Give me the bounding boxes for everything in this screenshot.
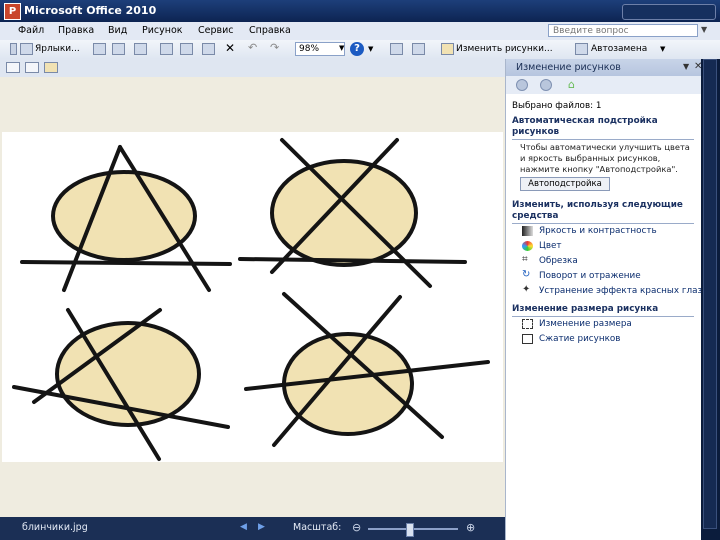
zoom-out-icon[interactable]: ⊖ — [352, 521, 361, 534]
task-pane: Изменение рисунков ▼ ✕ ⌂ Выбрано файлов:… — [505, 59, 702, 540]
rotate-flip-link[interactable]: Поворот и отражение — [539, 271, 641, 281]
next-picture-icon[interactable]: ▶ — [258, 522, 265, 532]
red-eye-icon: ✦ — [522, 284, 531, 295]
auto-section-desc: нажмите кнопку "Автоподстройка". — [520, 164, 678, 174]
pancakes-picture — [12, 138, 490, 461]
crop-icon: ⌗ — [522, 254, 528, 265]
task-pane-scrollbar[interactable] — [703, 59, 717, 529]
single-picture-view-icon[interactable] — [44, 62, 58, 73]
title-bar: P Microsoft Office 2010 — [0, 0, 720, 22]
stroke-line — [20, 260, 232, 266]
compress-icon — [522, 334, 533, 344]
compress-link[interactable]: Сжатие рисунков — [539, 334, 620, 344]
shortcuts-icon[interactable] — [20, 43, 33, 55]
help-icon[interactable]: ? — [350, 42, 364, 56]
file-name: блинчики.jpg — [22, 522, 88, 533]
pancake-1 — [51, 170, 197, 262]
menu-view[interactable]: Вид — [108, 25, 127, 36]
edit-pictures-icon[interactable] — [441, 43, 454, 55]
menu-picture[interactable]: Рисунок — [142, 25, 183, 36]
save-icon[interactable] — [93, 43, 106, 55]
resize-icon — [522, 319, 533, 329]
task-pane-title: Изменение рисунков — [516, 62, 621, 73]
auto-adjust-button[interactable]: Автоподстройка — [520, 177, 610, 191]
zoom-combo[interactable]: 98% — [295, 42, 345, 56]
app-icon: P — [4, 3, 21, 20]
zoom-in-icon[interactable]: ⊕ — [466, 521, 475, 534]
delete-icon[interactable]: ✕ — [225, 41, 235, 55]
crop-link[interactable]: Обрезка — [539, 256, 578, 266]
color-link[interactable]: Цвет — [539, 241, 562, 251]
autocorrect-button[interactable]: Автозамена — [591, 44, 647, 54]
resize-section-heading: Изменение размера рисунка — [512, 304, 659, 314]
auto-section-desc: и яркость выбранных рисунков, — [520, 153, 661, 163]
paste-icon[interactable] — [202, 43, 215, 55]
chevron-down-icon[interactable]: ▼ — [368, 45, 373, 53]
auto-section-heading: Автоматическая подстройка — [512, 116, 658, 126]
chevron-down-icon[interactable]: ▼ — [701, 25, 707, 34]
rotate-icon: ↻ — [522, 269, 531, 280]
edit-pictures-button[interactable]: Изменить рисунки... — [456, 44, 553, 54]
help-search-input[interactable]: Введите вопрос — [548, 24, 698, 37]
red-eye-link[interactable]: Устранение эффекта красных глаз — [539, 286, 702, 296]
undo-icon[interactable]: ↶ — [248, 41, 257, 54]
copy-icon[interactable] — [180, 43, 193, 55]
cut-icon[interactable] — [160, 43, 173, 55]
zoom-dropdown-icon[interactable]: ▼ — [339, 44, 344, 52]
picture-tool-icon[interactable] — [412, 43, 425, 55]
auto-section-heading-2: рисунков — [512, 127, 560, 137]
task-pane-nav: ⌂ — [506, 76, 702, 94]
auto-section-desc: Чтобы автоматически улучшить цвета — [520, 142, 690, 152]
task-pane-header: Изменение рисунков ▼ ✕ — [506, 59, 702, 77]
picture-canvas[interactable] — [2, 132, 503, 462]
tools-section-heading-2: средства — [512, 211, 559, 221]
brightness-icon — [522, 226, 533, 236]
align-icon[interactable] — [390, 43, 403, 55]
autocorrect-icon[interactable] — [575, 43, 588, 55]
stroke-line — [238, 257, 467, 264]
standard-toolbar: Ярлыки... ✕ ↶ ↷ 98% ▼ ? ▼ Изменить рисун… — [0, 40, 720, 60]
color-icon — [522, 241, 533, 251]
redo-icon[interactable]: ↷ — [270, 41, 279, 54]
selected-files-count: Выбрано файлов: 1 — [512, 101, 602, 111]
email-icon[interactable] — [134, 43, 147, 55]
menu-tools[interactable]: Сервис — [198, 25, 234, 36]
zoom-slider-thumb[interactable] — [406, 523, 414, 537]
chevron-down-icon[interactable]: ▼ — [683, 62, 689, 71]
status-bar: блинчики.jpg ◀ ▶ Масштаб: ⊖ ⊕ — [0, 517, 505, 540]
home-icon[interactable]: ⌂ — [568, 78, 575, 91]
divider — [512, 316, 694, 317]
resize-link[interactable]: Изменение размера — [539, 319, 632, 329]
divider — [512, 139, 694, 140]
previous-picture-icon[interactable]: ◀ — [240, 522, 247, 532]
zoom-label: Масштаб: — [293, 522, 342, 533]
view-toolbar — [0, 59, 505, 77]
brightness-contrast-link[interactable]: Яркость и контрастность — [539, 226, 657, 236]
menu-edit[interactable]: Правка — [58, 25, 94, 36]
filmstrip-view-icon[interactable] — [25, 62, 39, 73]
window-controls[interactable] — [622, 4, 716, 20]
forward-icon[interactable] — [540, 79, 552, 91]
divider — [512, 223, 694, 224]
toolbar-grip-icon — [10, 43, 17, 55]
window-title: Microsoft Office 2010 — [24, 4, 157, 17]
menu-bar: Файл Правка Вид Рисунок Сервис Справка В… — [0, 22, 720, 41]
print-icon[interactable] — [112, 43, 125, 55]
menu-help[interactable]: Справка — [249, 25, 291, 36]
menu-file[interactable]: Файл — [18, 25, 44, 36]
thumbnail-view-icon[interactable] — [6, 62, 20, 73]
shortcuts-button[interactable]: Ярлыки... — [35, 44, 80, 54]
toolbar-options-icon[interactable]: ▼ — [660, 45, 665, 53]
back-icon[interactable] — [516, 79, 528, 91]
tools-section-heading: Изменить, используя следующие — [512, 200, 683, 210]
